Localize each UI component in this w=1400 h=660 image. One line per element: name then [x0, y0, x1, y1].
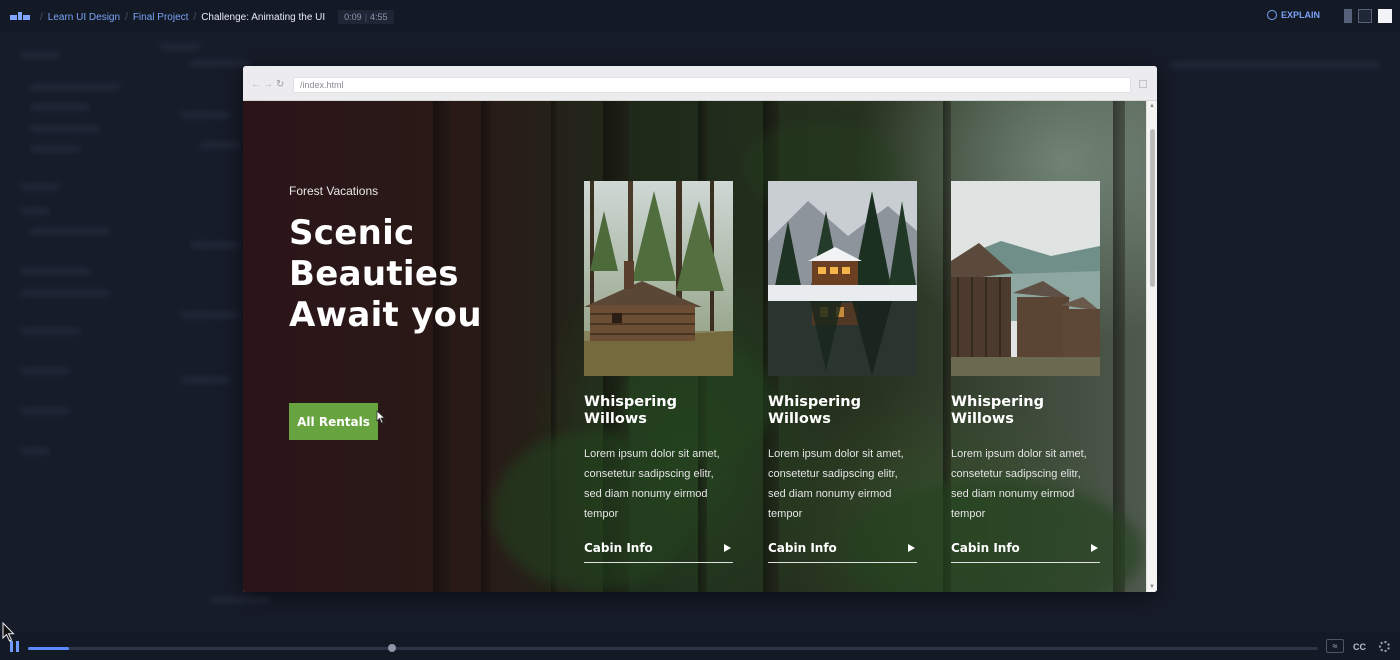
- settings-gear-icon[interactable]: [1379, 641, 1390, 652]
- scroll-up-icon[interactable]: ▲: [1149, 103, 1155, 109]
- breadcrumb-course[interactable]: Learn UI Design: [48, 12, 120, 23]
- speed-icon[interactable]: ≈: [1326, 639, 1344, 653]
- layout-split-icon[interactable]: [1344, 9, 1352, 23]
- preview-browser-window: ← → ↻ /index.html Forest Vacations Sceni…: [243, 66, 1157, 592]
- cabin-card-1: Whispering Willows Lorem ipsum dolor sit…: [584, 181, 733, 563]
- reload-icon[interactable]: ↻: [276, 79, 284, 90]
- layout-side-icon[interactable]: [1358, 9, 1372, 23]
- play-arrow-icon: [908, 544, 915, 552]
- pause-icon[interactable]: [10, 641, 20, 652]
- hero-headline: Scenic Beauties Await you: [289, 213, 549, 336]
- explain-icon: [1266, 10, 1277, 20]
- explain-label: EXPLAIN: [1280, 10, 1320, 20]
- seek-handle[interactable]: [388, 644, 396, 652]
- scroll-thumb[interactable]: [1150, 129, 1155, 287]
- address-bar[interactable]: /index.html: [293, 77, 1131, 93]
- mouse-cursor-icon: [376, 410, 386, 424]
- headline-line-3: Await you: [289, 295, 482, 335]
- card-description: Lorem ipsum dolor sit amet, consetetur s…: [951, 448, 1087, 520]
- open-external-icon[interactable]: [1139, 80, 1147, 88]
- layout-toggles: [1344, 9, 1392, 23]
- cabin-info-link[interactable]: Cabin Info: [768, 541, 917, 563]
- progress-track[interactable]: [28, 644, 1318, 652]
- card-title: Whispering Willows: [951, 394, 1044, 427]
- lesson-timer: 0:09 | 4:55: [338, 10, 394, 24]
- mouse-pointer-icon: [2, 622, 15, 642]
- cabin-image-1: [584, 181, 733, 376]
- card-description: Lorem ipsum dolor sit amet, consetetur s…: [584, 448, 720, 520]
- video-player-bar: ≈ CC: [0, 632, 1400, 660]
- cabin-card-3: Whispering Willows Lorem ipsum dolor sit…: [951, 181, 1100, 563]
- headline-line-2: Beauties: [289, 254, 459, 294]
- cabin-image-2: [768, 181, 917, 376]
- all-rentals-button[interactable]: All Rentals: [289, 403, 378, 440]
- logo-icon[interactable]: [10, 12, 30, 20]
- progress-fill: [28, 647, 70, 650]
- cabin-info-link[interactable]: Cabin Info: [951, 541, 1100, 563]
- page-scrollbar[interactable]: ▲ ▼: [1146, 101, 1157, 592]
- page-viewport: Forest Vacations Scenic Beauties Await y…: [243, 101, 1146, 592]
- play-arrow-icon: [1091, 544, 1098, 552]
- top-bar: / Learn UI Design / Final Project / Chal…: [0, 0, 1400, 32]
- breadcrumb-lesson: Challenge: Animating the UI: [201, 11, 326, 23]
- card-title: Whispering Willows: [768, 394, 861, 427]
- cabin-info-label: Cabin Info: [768, 541, 837, 555]
- headline-line-1: Scenic: [289, 213, 415, 253]
- forward-arrow-icon[interactable]: →: [263, 79, 273, 90]
- cabin-card-2: Whispering Willows Lorem ipsum dolor sit…: [768, 181, 917, 563]
- play-arrow-icon: [724, 544, 731, 552]
- timer-total: 4:55: [370, 12, 388, 22]
- explain-button[interactable]: EXPLAIN: [1266, 10, 1320, 20]
- cabin-info-link[interactable]: Cabin Info: [584, 541, 733, 563]
- cabin-info-label: Cabin Info: [951, 541, 1020, 555]
- cabin-image-3: [951, 181, 1100, 376]
- captions-button[interactable]: CC: [1353, 642, 1366, 652]
- card-title: Whispering Willows: [584, 394, 677, 427]
- browser-toolbar: ← → ↻ /index.html: [243, 66, 1157, 101]
- card-description: Lorem ipsum dolor sit amet, consetetur s…: [768, 448, 904, 520]
- cabin-info-label: Cabin Info: [584, 541, 653, 555]
- timer-current: 0:09: [344, 12, 362, 22]
- layout-full-icon[interactable]: [1378, 9, 1392, 23]
- scroll-down-icon[interactable]: ▼: [1149, 584, 1155, 590]
- back-arrow-icon[interactable]: ←: [251, 79, 261, 90]
- breadcrumb-module[interactable]: Final Project: [133, 12, 189, 23]
- breadcrumb: / Learn UI Design / Final Project / Chal…: [40, 10, 394, 24]
- hero-tagline: Forest Vacations: [289, 184, 379, 198]
